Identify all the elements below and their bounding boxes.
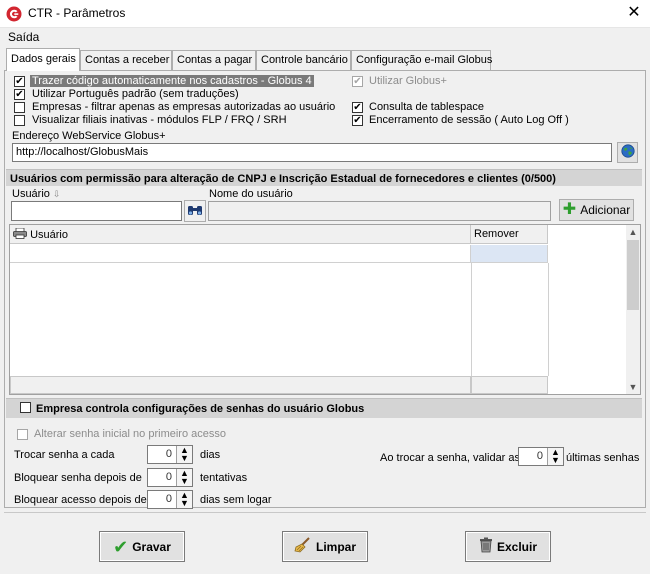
printer-icon [13,227,30,241]
user-name-input [208,201,551,221]
window-title: CTR - Parâmetros [28,6,126,20]
checkbox-empresa-controla-senhas[interactable] [20,402,31,413]
close-icon[interactable]: ✕ [625,4,643,22]
checkbox-trazer-codigo[interactable]: ✔ [14,76,25,87]
user-name-label: Nome do usuário [209,188,293,200]
checkbox-utilizar-globus-plus: ✔ [352,76,363,87]
plus-icon: ✚ [562,201,577,218]
checkbox-alterar-senha-inicial [17,429,28,440]
globe-icon [620,144,635,161]
sort-icon: ⇩ [52,189,61,199]
scroll-thumb[interactable] [627,240,639,310]
menu-bar: Saída [0,28,650,46]
bloquear-acesso-unit: dias sem logar [200,494,272,506]
grid-divider [471,263,472,376]
checkbox-filiais-inativas[interactable] [14,115,25,126]
checkbox-empresas-filtrar[interactable] [14,102,25,113]
validar-senhas-unit: últimas senhas [566,452,640,464]
trocar-senha-label: Trocar senha a cada [14,449,115,461]
users-section-header: Usuários com permissão para alteração de… [6,169,642,186]
user-input[interactable] [11,201,182,221]
bloquear-senha-label: Bloquear senha depois de [14,472,142,484]
checkbox-portugues-padrao[interactable]: ✔ [14,89,25,100]
tab-controle-bancario[interactable]: Controle bancário [256,50,351,70]
bloquear-senha-unit: tentativas [200,472,248,484]
title-bar: CTR - Parâmetros ✕ [0,0,650,28]
grid-footer-remover [471,376,548,394]
validar-senhas-stepper[interactable]: 0 ▲ ▼ [518,447,564,466]
bloquear-acesso-stepper[interactable]: 0 ▲ ▼ [147,490,193,509]
broom-icon [294,537,312,556]
trocar-senha-unit: dias [200,449,221,461]
tab-configuracao-email[interactable]: Configuração e-mail Globus [351,50,492,70]
bloquear-senha-stepper[interactable]: 0 ▲ ▼ [147,468,193,487]
user-label: Usuário ⇩ [12,188,61,200]
option-empresas-filtrar-label: Empresas - filtrar apenas as empresas au… [32,101,336,113]
tab-contas-receber[interactable]: Contas a receber [80,50,172,70]
tab-contas-pagar[interactable]: Contas a pagar [172,50,256,70]
spin-arrows-icon[interactable]: ▲ ▼ [547,448,563,465]
validar-senhas-label: Ao trocar a senha, validar as [380,452,521,464]
delete-button[interactable]: Excluir [465,531,551,562]
option-utilizar-globus-plus-label: Utilizar Globus+ [369,75,447,87]
grid-divider [548,263,549,376]
app-logo-icon [6,6,22,22]
option-encerramento-sessao-label: Encerramento de sessão ( Auto Log Off ) [369,114,569,126]
grid-scrollbar[interactable]: ▲ ▼ [626,225,640,394]
globe-button[interactable] [617,142,638,163]
scroll-down-icon[interactable]: ▼ [626,380,640,394]
trash-icon [479,537,493,556]
scroll-up-icon[interactable]: ▲ [626,225,640,239]
grid-footer [10,376,471,394]
bloquear-acesso-label: Bloquear acesso depois de [14,494,147,506]
option-trazer-codigo-label: Trazer código automaticamente nos cadast… [30,75,314,87]
tab-dados-gerais[interactable]: Dados gerais [6,48,80,71]
table-row-remover-cell[interactable] [471,245,548,263]
table-row[interactable] [10,245,471,263]
save-button[interactable]: ✔ Gravar [99,531,185,562]
alterar-senha-inicial-label: Alterar senha inicial no primeiro acesso [34,428,226,440]
webservice-label: Endereço WebService Globus+ [12,130,166,142]
trocar-senha-stepper[interactable]: 0 ▲ ▼ [147,445,193,464]
grid-header-usuario[interactable]: Usuário [10,225,471,244]
menu-item-saida[interactable]: Saída [8,30,39,44]
password-section-header: Empresa controla configurações de senhas… [6,398,642,418]
divider [4,512,646,513]
spin-arrows-icon[interactable]: ▲ ▼ [176,491,192,508]
grid-header-remover[interactable]: Remover [471,225,548,244]
spin-arrows-icon[interactable]: ▲ ▼ [176,469,192,486]
checkmark-icon: ✔ [113,536,129,557]
add-button[interactable]: ✚ Adicionar [559,199,634,221]
binoculars-icon [187,203,203,220]
option-portugues-padrao-label: Utilizar Português padrão (sem traduções… [32,88,239,100]
clear-button[interactable]: Limpar [282,531,368,562]
spin-arrows-icon[interactable]: ▲ ▼ [176,446,192,463]
checkbox-consulta-tablespace[interactable]: ✔ [352,102,363,113]
search-user-button[interactable] [184,200,206,222]
option-filiais-inativas-label: Visualizar filiais inativas - módulos FL… [32,114,287,126]
checkbox-encerramento-sessao[interactable]: ✔ [352,115,363,126]
webservice-input[interactable]: http://localhost/GlobusMais [12,143,612,162]
option-consulta-tablespace-label: Consulta de tablespace [369,101,484,113]
